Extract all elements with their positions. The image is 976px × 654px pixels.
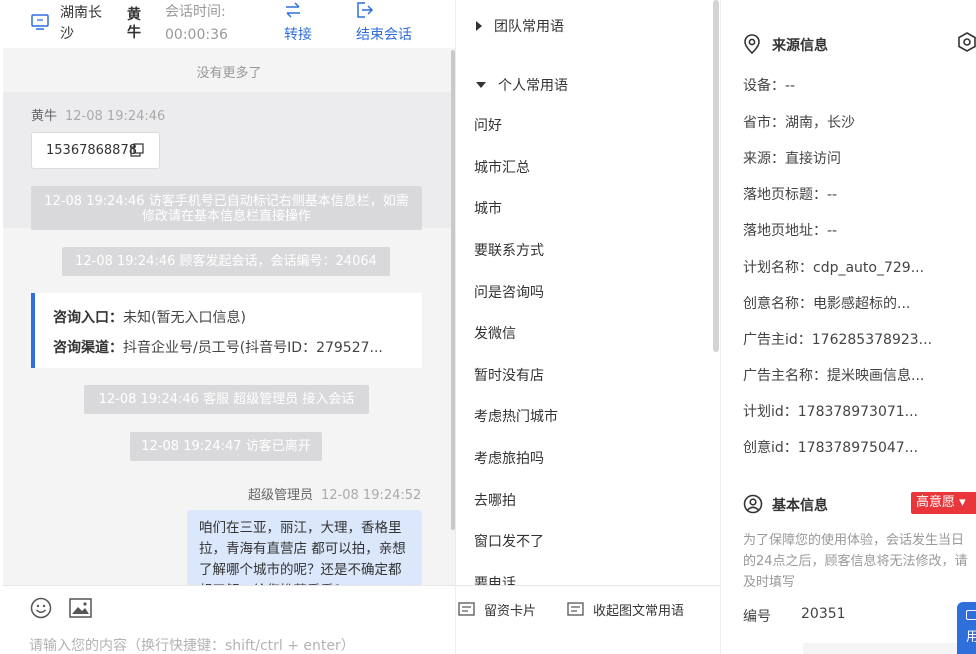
personal-phrases-label: 个人常用语 (498, 78, 568, 94)
floating-side-tab[interactable]: 用 (957, 602, 976, 654)
phrase-item[interactable]: 问好 (474, 115, 502, 135)
phrase-item[interactable]: 城市汇总 (474, 157, 530, 177)
intent-badge[interactable]: 高意愿 ▾ (911, 492, 976, 514)
phrase-item[interactable]: 发微信 (474, 323, 516, 343)
basic-info-label: 基本信息 (772, 498, 828, 514)
chat-panel: 湖南长沙 黄牛 会话时间: 00:00:36 转接 结束会话 没有更多了 黄牛 1… (3, 0, 455, 654)
team-phrases-label: 团队常用语 (494, 19, 564, 35)
quick-replies-panel: 团队常用语 个人常用语 问好 城市汇总 城市 要联系方式 问是咨询吗 发微信 暂… (455, 0, 721, 654)
field-creative-name: 创意名称：电影感超标的... (743, 296, 911, 312)
phrase-item[interactable]: 去哪拍 (474, 490, 516, 510)
id-input-box[interactable] (803, 643, 963, 654)
consult-entry-row: 咨询入口：未知(暂无入口信息) (53, 303, 413, 333)
consult-entry-value: 未知(暂无入口信息) (123, 310, 246, 326)
session-time-label: 会话时间: (165, 4, 226, 20)
chat-messages[interactable]: 没有更多了 黄牛 12-08 19:24:46 15367868878 12-08… (3, 48, 455, 585)
message-icon (966, 610, 976, 620)
phrase-item[interactable]: 城市 (474, 198, 502, 218)
session-time-value: 00:00:36 (165, 27, 228, 43)
message-composer (3, 585, 455, 654)
caret-right-icon (476, 21, 482, 31)
system-notice: 12-08 19:24:46 客服 超级管理员 接入会话 (84, 385, 369, 414)
visitor-name: 黄牛 (127, 7, 141, 41)
message-input[interactable] (29, 638, 449, 654)
phrase-item[interactable]: 要联系方式 (474, 240, 544, 260)
phrase-item[interactable]: 窗口发不了 (474, 531, 544, 551)
consult-channel-value: 抖音企业号/员工号(抖音号ID：279527... (123, 340, 383, 356)
card-icon (458, 602, 475, 616)
phrase-item[interactable]: 考虑热门城市 (474, 406, 558, 426)
team-phrases-group[interactable]: 团队常用语 (476, 16, 564, 36)
phrase-item[interactable]: 考虑旅拍吗 (474, 448, 544, 468)
end-session-label: 结束会话 (356, 27, 412, 43)
customer-info-panel: 来源信息 设备：-- 省市：湖南，长沙 来源：直接访问 落地页标题：-- 落地页… (720, 0, 976, 654)
quick-replies-footer: 留资卡片 收起图文常用语 (456, 585, 721, 654)
transfer-button[interactable]: 转接 (284, 0, 324, 48)
field-plan-name: 计划名称：cdp_auto_729... (743, 260, 925, 276)
consult-channel-row: 咨询渠道：抖音企业号/员工号(抖音号ID：279527... (53, 333, 413, 363)
source-info-title: 来源信息 (743, 34, 828, 55)
visitor-sender-line: 黄牛 12-08 19:24:46 (31, 105, 165, 124)
field-advertiser-id: 广告主id：176285378923... (743, 332, 933, 348)
field-id-value: 20351 (801, 606, 846, 622)
card-icon (567, 602, 584, 616)
field-advertiser-name: 广告主名称：提米映画信息... (743, 368, 925, 384)
agent-sender-line: 超级管理员 12-08 19:24:52 (248, 484, 421, 503)
edit-notice: 为了保障您的使用体验，会话发生当日的24点之后，顾客信息将无法修改，请及时填写 (743, 533, 968, 590)
system-notice: 12-08 19:24:47 访客已离开 (130, 432, 322, 461)
visitor-phone-number: 15367868878 (46, 143, 137, 158)
field-source: 来源：直接访问 (743, 151, 841, 167)
transfer-icon (286, 2, 300, 18)
quick-replies-scrollbar[interactable] (713, 0, 719, 352)
consult-channel-label: 咨询渠道： (53, 340, 123, 356)
visitor-message-time: 12-08 19:24:46 (65, 109, 166, 124)
copy-icon[interactable] (130, 143, 144, 157)
settings-icon[interactable] (957, 32, 976, 52)
quick-replies-list[interactable]: 团队常用语 个人常用语 问好 城市汇总 城市 要联系方式 问是咨询吗 发微信 暂… (456, 0, 721, 585)
monitor-icon (31, 14, 49, 30)
phrase-item[interactable]: 问是咨询吗 (474, 282, 544, 302)
consult-entry-card: 咨询入口：未知(暂无入口信息) 咨询渠道：抖音企业号/员工号(抖音号ID：279… (31, 293, 422, 368)
field-id-label: 编号 (743, 609, 771, 625)
intent-badge-label: 高意愿 (916, 495, 956, 510)
field-landing-title: 落地页标题：-- (743, 187, 838, 203)
emoji-icon[interactable] (30, 597, 52, 619)
system-notice: 12-08 19:24:46 顾客发起会话，会话编号：24064 (62, 247, 390, 276)
personal-phrases-group[interactable]: 个人常用语 (476, 75, 568, 95)
location-pin-icon (744, 34, 760, 54)
source-info-label: 来源信息 (772, 38, 828, 54)
end-session-button[interactable]: 结束会话 (356, 0, 426, 48)
field-creative-id: 创意id：178378975047... (743, 440, 919, 456)
field-province-city: 省市：湖南，长沙 (743, 115, 855, 131)
visitor-location: 湖南长沙 (60, 5, 102, 42)
exit-icon (357, 2, 374, 18)
no-more-text: 没有更多了 (196, 66, 262, 81)
visitor-sender-name: 黄牛 (31, 109, 58, 124)
collapse-phrases-label: 收起图文常用语 (593, 604, 685, 619)
user-circle-icon (743, 494, 763, 514)
phrase-item[interactable]: 暂时没有店 (474, 365, 544, 385)
consult-entry-label: 咨询入口： (53, 310, 123, 326)
chat-header: 湖南长沙 黄牛 会话时间: 00:00:36 转接 结束会话 (3, 0, 455, 48)
agent-sender-name: 超级管理员 (248, 488, 314, 503)
caret-down-icon: ▾ (955, 495, 966, 510)
lead-card-label: 留资卡片 (484, 604, 537, 619)
caret-down-icon (476, 82, 486, 88)
basic-info-title: 基本信息 (743, 494, 828, 515)
system-notice: 12-08 19:24:46 访客手机号已自动标记右侧基本信息栏，如需修改请在基… (31, 186, 422, 230)
field-landing-url: 落地页地址：-- (743, 223, 838, 239)
transfer-label: 转接 (284, 27, 312, 43)
agent-message-bubble: 咱们在三亚，丽江，大理，香格里拉，青海有直营店 都可以拍，亲想了解哪个城市的呢？… (187, 510, 422, 585)
lead-card-button[interactable]: 留资卡片 (458, 600, 536, 619)
visitor-phone-bubble: 15367868878 (31, 132, 160, 169)
floating-tab-label: 用 (966, 630, 976, 645)
collapse-phrases-button[interactable]: 收起图文常用语 (567, 600, 684, 619)
field-device: 设备：-- (743, 78, 796, 94)
image-icon[interactable] (69, 598, 92, 618)
agent-message-time: 12-08 19:24:52 (321, 488, 422, 503)
field-plan-id: 计划id：178378973071... (743, 404, 919, 420)
phrase-item[interactable]: 要电话 (474, 573, 516, 585)
